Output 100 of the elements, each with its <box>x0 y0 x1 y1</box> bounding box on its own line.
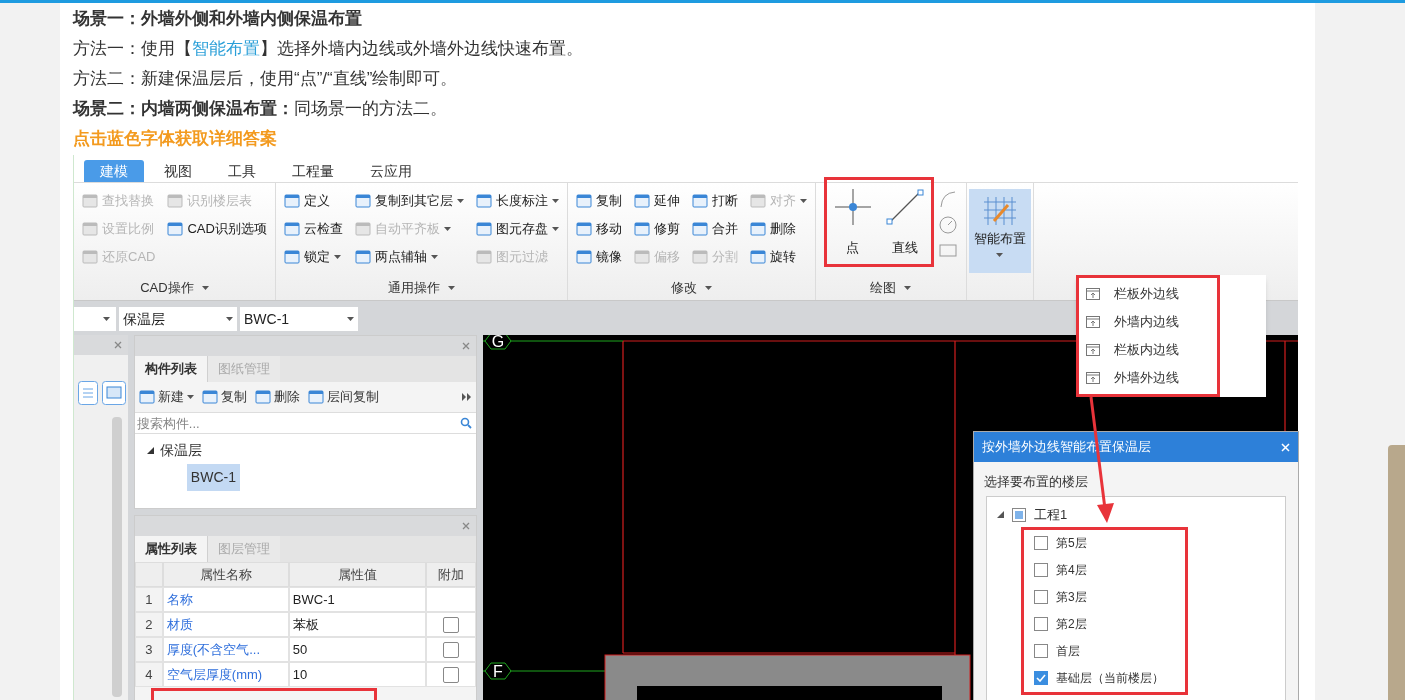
tool-icon <box>254 390 271 404</box>
more-icon[interactable] <box>462 393 472 401</box>
row-number: 3 <box>134 637 163 662</box>
ribbon-button[interactable]: 云检查 <box>283 215 343 243</box>
tree-item[interactable]: 第5层 <box>1056 534 1087 552</box>
caret-icon <box>347 317 354 321</box>
panel-tab[interactable]: 构件列表 <box>134 356 207 382</box>
tree-item[interactable]: 第2层 <box>1056 615 1087 633</box>
checkbox[interactable] <box>1034 536 1048 550</box>
paragraph: 场景二：内墙两侧保温布置：同场景一的方法二。 <box>73 98 448 120</box>
table-cell: 50 <box>288 637 426 662</box>
caret-icon <box>186 395 194 399</box>
dropdown-field[interactable] <box>74 307 116 331</box>
tool-icon <box>138 390 155 404</box>
axis-bubble: G <box>484 335 512 350</box>
checkbox[interactable] <box>1034 617 1048 631</box>
tool-icon <box>749 222 766 236</box>
tool-icon <box>82 222 98 236</box>
toolbar-button[interactable]: 新建 <box>138 387 194 407</box>
ribbon-tab[interactable]: 云应用 <box>354 160 428 182</box>
window-view-icon[interactable] <box>101 381 126 405</box>
menu-item[interactable]: 外墙外边线 <box>1079 364 1217 392</box>
checkbox[interactable] <box>1034 644 1048 658</box>
ribbon-button[interactable]: 两点辅轴 <box>354 243 464 271</box>
draw-button[interactable]: 直线 <box>880 183 929 261</box>
ribbon-button[interactable]: 合并 <box>691 215 738 243</box>
close-icon[interactable] <box>462 342 470 350</box>
tree-item[interactable]: BWC-1 <box>186 464 240 491</box>
tool-icon <box>475 194 492 208</box>
toolbar-button[interactable]: 复制 <box>201 387 247 407</box>
caret-icon <box>904 286 912 290</box>
checkbox[interactable] <box>442 616 459 633</box>
circle-icon <box>937 215 958 235</box>
tool-icon <box>475 250 492 264</box>
tool-icon <box>167 194 184 208</box>
tool-icon <box>691 250 708 264</box>
axis-bubble: F <box>484 662 512 680</box>
checkbox[interactable] <box>1034 563 1048 577</box>
upload-box-icon <box>1086 316 1100 328</box>
search-field[interactable]: 搜索构件... <box>134 413 456 433</box>
dropdown-field[interactable]: 保温层 <box>119 307 237 331</box>
scrollbar[interactable] <box>112 417 122 697</box>
tool-icon <box>691 194 708 208</box>
ribbon-button[interactable]: 删除 <box>749 215 807 243</box>
panel-tab[interactable]: 属性列表 <box>134 536 207 562</box>
ribbon-button[interactable]: 延伸 <box>633 187 680 215</box>
close-icon[interactable] <box>113 341 122 349</box>
tool-icon <box>575 194 592 208</box>
tree-item[interactable]: 首层 <box>1056 642 1080 660</box>
list-view-icon[interactable] <box>77 381 98 405</box>
ribbon-tab[interactable]: 视图 <box>148 160 208 182</box>
tree-item[interactable]: 基础层（当前楼层） <box>1056 669 1164 687</box>
close-icon[interactable] <box>462 522 470 530</box>
ribbon-button[interactable]: 锁定 <box>283 243 343 271</box>
ribbon-button[interactable]: 修剪 <box>633 215 680 243</box>
table-cell: 10 <box>288 662 426 687</box>
caret-icon <box>443 227 451 231</box>
smart-layout-button[interactable]: 智能布置 <box>968 189 1031 273</box>
ribbon-tab[interactable]: 工程量 <box>276 160 350 182</box>
ribbon-button[interactable]: CAD识别选项 <box>167 215 267 243</box>
tree-item[interactable]: 第3层 <box>1056 588 1087 606</box>
tool-icon <box>575 250 592 264</box>
table-cell: 厚度(不含空气... <box>162 637 289 662</box>
caret-icon <box>201 286 209 290</box>
row-number: 2 <box>134 612 163 637</box>
ribbon-button[interactable]: 镜像 <box>575 243 622 271</box>
ribbon-tab[interactable]: 工具 <box>212 160 272 182</box>
checkbox[interactable] <box>1034 590 1048 604</box>
tree-item[interactable]: 第4层 <box>1056 561 1087 579</box>
checkbox[interactable] <box>442 641 459 658</box>
expanded-triangle-icon[interactable] <box>997 511 1004 518</box>
tool-icon <box>475 222 492 236</box>
upload-box-icon <box>1086 344 1100 356</box>
line-icon <box>884 187 925 227</box>
ribbon-button[interactable]: 复制 <box>575 187 622 215</box>
tool-icon <box>283 222 300 236</box>
toolbar-button[interactable]: 层间复制 <box>307 387 379 407</box>
menu-item[interactable]: 外墙内边线 <box>1079 308 1217 336</box>
ribbon-button[interactable]: 移动 <box>575 215 622 243</box>
menu-item[interactable]: 栏板内边线 <box>1079 336 1217 364</box>
tool-icon <box>82 194 98 208</box>
tool-icon <box>354 250 371 264</box>
ribbon-button[interactable]: 打断 <box>691 187 738 215</box>
checkbox[interactable] <box>1012 507 1026 522</box>
menu-item[interactable]: 栏板外边线 <box>1079 280 1217 308</box>
draw-button[interactable]: 点 <box>828 183 877 261</box>
ribbon-button[interactable]: 长度标注 <box>475 187 559 215</box>
ribbon-button[interactable]: 旋转 <box>749 243 807 271</box>
checkbox[interactable] <box>1034 671 1048 685</box>
dropdown-field[interactable]: BWC-1 <box>240 307 358 331</box>
upload-box-icon <box>1086 372 1100 384</box>
checkbox[interactable] <box>442 666 459 683</box>
ribbon-button[interactable]: 复制到其它层 <box>354 187 464 215</box>
ribbon-button[interactable]: 图元存盘 <box>475 215 559 243</box>
tree-item[interactable]: 工程1 <box>1034 504 1068 525</box>
ribbon-button[interactable]: 定义 <box>283 187 343 215</box>
expanded-triangle-icon[interactable] <box>146 446 154 454</box>
tool-icon <box>82 250 98 264</box>
toolbar-button[interactable]: 删除 <box>254 387 300 407</box>
tree-item[interactable]: 保温层 <box>159 439 202 461</box>
